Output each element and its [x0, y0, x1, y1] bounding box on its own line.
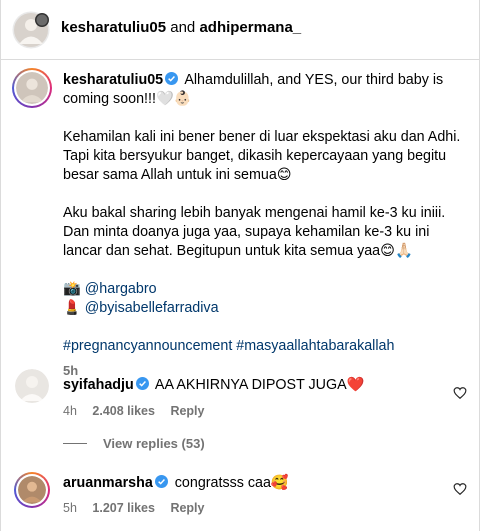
caption-p3-line-2: Dan minta doanya juga yaa, supaya kehami… — [63, 224, 430, 240]
commenter-avatar[interactable] — [14, 472, 50, 508]
camera-icon: 📸 — [63, 281, 81, 297]
avatar-photo — [18, 476, 46, 504]
caption-p3-line-1: Aku bakal sharing lebih banyak mengenai … — [63, 205, 446, 221]
comment-likes[interactable]: 1.207 likes — [92, 501, 155, 515]
caption-p2-line-2: Tapi kita bersyukur banget, dikasih kepe… — [63, 148, 447, 164]
verified-icon — [165, 72, 179, 85]
post-username[interactable]: kesharatuliu05 — [63, 72, 163, 88]
comment-meta: 4h 2.408 likes Reply — [63, 404, 216, 418]
comment-text: syifahadju AA AKHIRNYA DIPOST JUGA❤️ — [63, 376, 364, 394]
post-panel: kesharatuliu05 and adhipermana_ kesharat… — [0, 0, 480, 531]
verified-icon — [154, 475, 168, 488]
caption-p3-line-3: lancar dan sehat. Begitupun untuk kita s… — [63, 243, 413, 259]
comment-body: AA AKHIRNYA DIPOST JUGA❤️ — [154, 377, 365, 393]
header-avatar[interactable] — [12, 11, 50, 49]
comment-time[interactable]: 5h — [63, 501, 77, 515]
post-header: kesharatuliu05 and adhipermana_ — [1, 0, 480, 60]
comment-text: aruanmarsha congratsss caa🥰 — [63, 474, 289, 492]
view-replies-button[interactable]: View replies (53) — [63, 436, 205, 451]
lipstick-icon: 💄 — [63, 300, 81, 316]
header-title: kesharatuliu05 and adhipermana_ — [61, 19, 301, 36]
reply-button[interactable]: Reply — [170, 501, 204, 515]
header-user2[interactable]: adhipermana_ — [199, 19, 301, 36]
comment-time[interactable]: 4h — [63, 404, 77, 418]
verified-icon — [135, 377, 149, 390]
comment-meta: 5h 1.207 likes Reply — [63, 501, 216, 515]
comment-username[interactable]: aruanmarsha — [63, 475, 153, 491]
caption-p2-line-1: Kehamilan kali ini bener bener di luar e… — [63, 129, 461, 145]
heart-icon[interactable] — [453, 482, 467, 496]
comment-username[interactable]: syifahadju — [63, 377, 134, 393]
view-replies-label: View replies (53) — [103, 436, 205, 451]
header-joiner: and — [170, 19, 196, 36]
replies-divider — [63, 443, 87, 444]
hashtags[interactable]: #pregnancyannouncement #masyaallahtabara… — [63, 338, 394, 354]
caption-line-2: coming soon!!!🤍👶🏻 — [63, 91, 192, 107]
header-user1[interactable]: kesharatuliu05 — [61, 19, 166, 36]
credit-link-photographer[interactable]: @hargabro — [85, 281, 157, 297]
reply-button[interactable]: Reply — [170, 404, 204, 418]
post-caption: kesharatuliu05 Alhamdulillah, and YES, o… — [63, 71, 471, 381]
avatar-photo — [16, 72, 48, 104]
caption-p2-line-3: besar sama Allah untuk ini semua😊 — [63, 167, 292, 183]
comment-likes[interactable]: 2.408 likes — [92, 404, 155, 418]
caption-line-1: Alhamdulillah, and YES, our third baby i… — [184, 72, 444, 88]
post-author-avatar[interactable] — [12, 68, 52, 108]
comment-body: congratsss caa🥰 — [174, 475, 289, 491]
commenter-avatar[interactable] — [15, 369, 49, 403]
credit-link-makeup[interactable]: @byisabellefarradiva — [85, 300, 219, 316]
heart-icon[interactable] — [453, 386, 467, 400]
